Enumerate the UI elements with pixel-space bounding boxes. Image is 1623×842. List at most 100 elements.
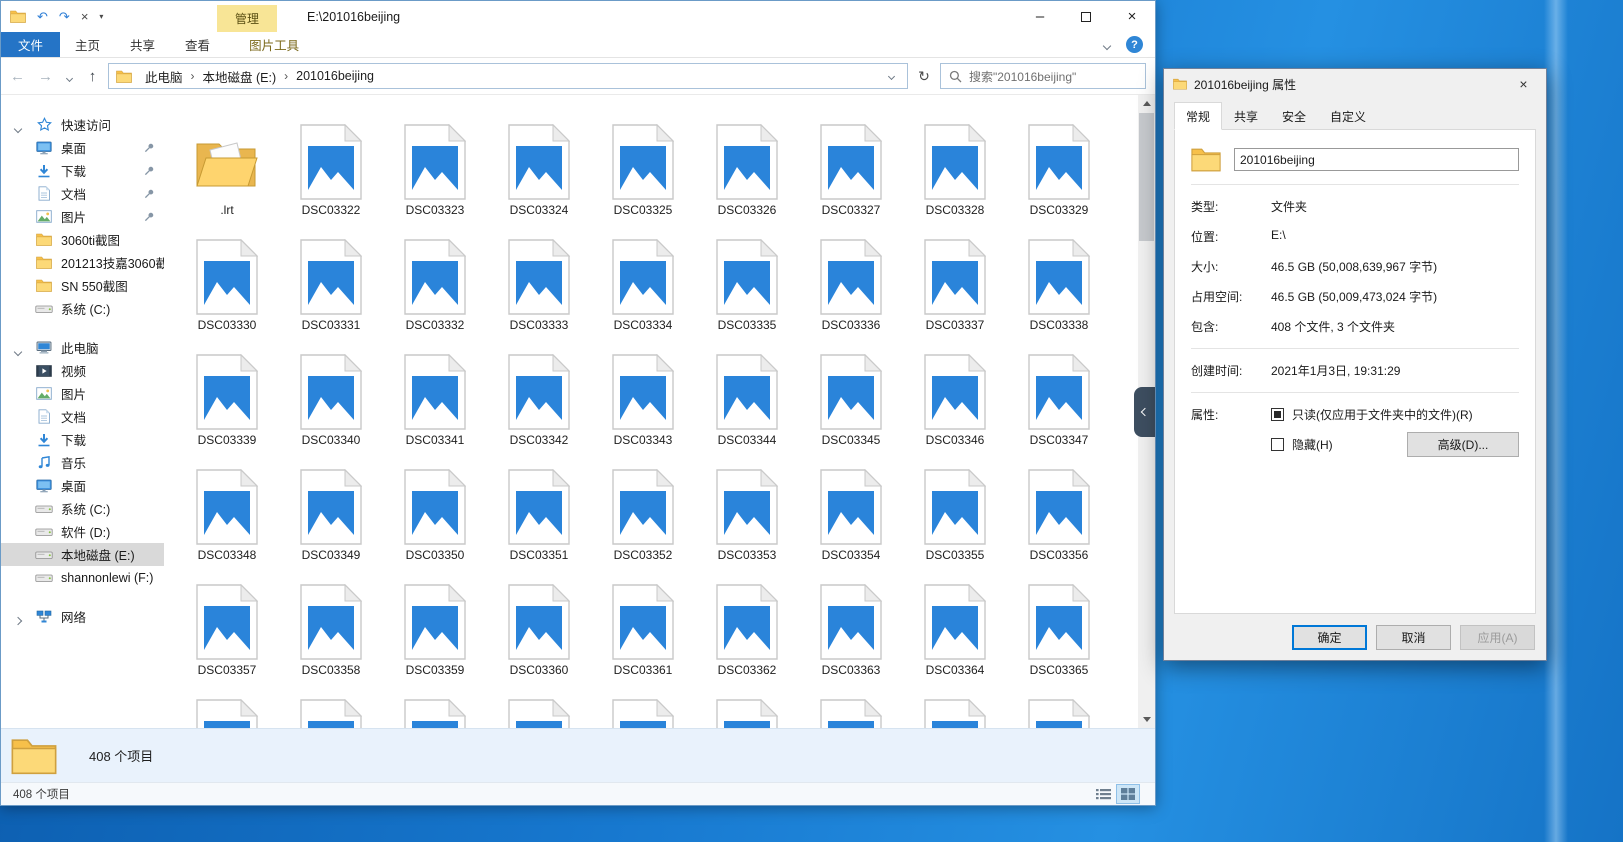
file-item[interactable]: DSC03364 [903, 582, 1007, 697]
sidebar-item[interactable]: 软件 (D:) [1, 520, 164, 543]
up-button[interactable]: ↑ [80, 68, 105, 85]
file-item[interactable]: DSC03327 [799, 122, 903, 237]
sidebar-item[interactable]: 下载 [1, 428, 164, 451]
sidebar-item[interactable]: 系统 (C:) [1, 297, 164, 320]
file-item[interactable]: DSC03322 [279, 122, 383, 237]
folder-name-input[interactable]: 201016beijing [1234, 148, 1519, 171]
minimize-button[interactable]: – [1017, 1, 1063, 32]
file-item[interactable]: DSC03342 [487, 352, 591, 467]
chevron-down-icon[interactable] [15, 121, 21, 135]
file-item[interactable]: DSC03346 [903, 352, 1007, 467]
breadcrumb-this-pc[interactable]: 此电脑 [139, 67, 189, 86]
file-item[interactable]: DSC03333 [487, 237, 591, 352]
sidebar-item[interactable]: SN 550截图 [1, 274, 164, 297]
file-item[interactable]: DSC03341 [383, 352, 487, 467]
sidebar-item[interactable]: 图片 [1, 205, 164, 228]
sidebar-item[interactable]: 3060ti截图 [1, 228, 164, 251]
file-item[interactable]: DSC03354 [799, 467, 903, 582]
file-item[interactable]: DSC03353 [695, 467, 799, 582]
file-item[interactable] [383, 697, 487, 728]
cancel-button[interactable]: 取消 [1376, 625, 1451, 650]
sidebar-item[interactable]: 文档 [1, 182, 164, 205]
file-item[interactable] [591, 697, 695, 728]
history-dropdown-icon[interactable] [61, 68, 77, 85]
file-item[interactable]: DSC03355 [903, 467, 1007, 582]
sidebar-item[interactable]: 下载 [1, 159, 164, 182]
sidebar-item[interactable]: 桌面 [1, 136, 164, 159]
qat-close-icon[interactable]: × [81, 9, 89, 24]
tab-home[interactable]: 主页 [60, 32, 115, 57]
hidden-checkbox[interactable] [1271, 438, 1284, 451]
tab-customize[interactable]: 自定义 [1318, 102, 1378, 130]
file-item[interactable]: DSC03329 [1007, 122, 1111, 237]
app-icon[interactable] [10, 10, 26, 23]
file-item[interactable]: DSC03362 [695, 582, 799, 697]
file-item[interactable]: DSC03337 [903, 237, 1007, 352]
file-item[interactable]: DSC03358 [279, 582, 383, 697]
breadcrumb[interactable]: 此电脑 › 本地磁盘 (E:) › 201016beijing [108, 63, 908, 89]
file-item[interactable]: DSC03365 [1007, 582, 1111, 697]
readonly-checkbox[interactable] [1271, 408, 1284, 421]
file-item[interactable]: DSC03361 [591, 582, 695, 697]
file-item[interactable]: DSC03352 [591, 467, 695, 582]
details-view-button[interactable] [1092, 785, 1114, 803]
maximize-button[interactable] [1063, 1, 1109, 32]
sidebar-item[interactable]: 音乐 [1, 451, 164, 474]
sidebar-item[interactable]: 视频 [1, 359, 164, 382]
chevron-down-icon[interactable] [15, 344, 21, 358]
file-item[interactable]: DSC03335 [695, 237, 799, 352]
search-input[interactable]: 搜索"201016beijing" [940, 63, 1146, 89]
sidebar-item[interactable]: 系统 (C:) [1, 497, 164, 520]
file-item[interactable]: .lrt [175, 122, 279, 237]
thumbnail-view-button[interactable] [1117, 785, 1139, 803]
sidebar-section-1[interactable]: 此电脑 [1, 336, 164, 359]
address-dropdown-icon[interactable] [880, 74, 903, 79]
file-item[interactable]: DSC03347 [1007, 352, 1111, 467]
file-item[interactable]: DSC03331 [279, 237, 383, 352]
sidebar-item[interactable]: 本地磁盘 (E:) [1, 543, 164, 566]
advanced-button[interactable]: 高级(D)... [1407, 432, 1519, 457]
tab-file[interactable]: 文件 [1, 32, 60, 57]
file-item[interactable] [799, 697, 903, 728]
sidebar-item[interactable]: 图片 [1, 382, 164, 405]
file-item[interactable]: DSC03325 [591, 122, 695, 237]
redo-icon[interactable]: ↷ [59, 9, 70, 25]
sidebar-section-2[interactable]: 网络 [1, 605, 164, 628]
tab-general[interactable]: 常规 [1174, 102, 1222, 130]
file-item[interactable]: DSC03323 [383, 122, 487, 237]
file-item[interactable]: DSC03345 [799, 352, 903, 467]
close-button[interactable]: × [1109, 1, 1155, 32]
file-item[interactable] [903, 697, 1007, 728]
file-item[interactable]: DSC03343 [591, 352, 695, 467]
back-button[interactable]: ← [5, 68, 30, 85]
file-item[interactable]: DSC03326 [695, 122, 799, 237]
file-item[interactable]: DSC03328 [903, 122, 1007, 237]
file-item[interactable]: DSC03348 [175, 467, 279, 582]
scroll-down-icon[interactable] [1138, 711, 1155, 728]
scrollbar-thumb[interactable] [1139, 113, 1154, 241]
file-item[interactable]: DSC03338 [1007, 237, 1111, 352]
file-item[interactable] [487, 697, 591, 728]
file-item[interactable] [279, 697, 383, 728]
sidebar-section-0[interactable]: 快速访问 [1, 113, 164, 136]
chevron-right-icon[interactable] [15, 613, 21, 627]
file-item[interactable]: DSC03339 [175, 352, 279, 467]
sidebar-item[interactable]: 文档 [1, 405, 164, 428]
file-item[interactable]: DSC03350 [383, 467, 487, 582]
file-item[interactable]: DSC03356 [1007, 467, 1111, 582]
file-item[interactable] [695, 697, 799, 728]
file-item[interactable]: DSC03334 [591, 237, 695, 352]
file-item[interactable]: DSC03357 [175, 582, 279, 697]
file-item[interactable]: DSC03336 [799, 237, 903, 352]
file-item[interactable] [1007, 697, 1111, 728]
dialog-close-button[interactable]: × [1501, 69, 1546, 99]
file-item[interactable]: DSC03351 [487, 467, 591, 582]
tab-security[interactable]: 安全 [1270, 102, 1318, 130]
qat-dropdown-icon[interactable]: ▾ [99, 12, 103, 21]
sidebar-item[interactable]: 201213技嘉3060截图 [1, 251, 164, 274]
file-item[interactable]: DSC03330 [175, 237, 279, 352]
file-item[interactable]: DSC03360 [487, 582, 591, 697]
help-icon[interactable]: ? [1126, 36, 1143, 53]
file-item[interactable]: DSC03349 [279, 467, 383, 582]
file-item[interactable]: DSC03324 [487, 122, 591, 237]
